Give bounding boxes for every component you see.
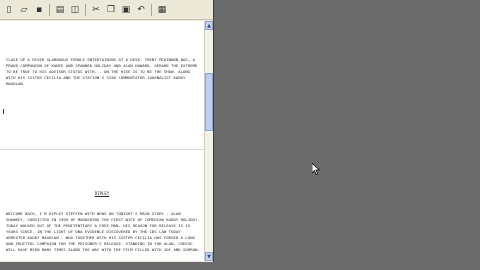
save-icon[interactable]: ▪: [32, 3, 46, 17]
print-icon[interactable]: ▤: [53, 3, 67, 17]
cut-icon[interactable]: ✂: [89, 3, 103, 17]
scroll-thumb[interactable]: [205, 73, 213, 131]
mouse-pointer-icon: [312, 163, 320, 175]
preview-icon[interactable]: ◫: [68, 3, 82, 17]
script-paragraph-2: Welcome back, I'm Ripley Steffen with ne…: [6, 211, 200, 252]
standard-toolbar: ▯ ▱ ▪ ▤ ◫ ✂ ❐ ▣ ↶ ▦: [0, 0, 213, 20]
paste-icon[interactable]: ▣: [119, 3, 133, 17]
new-icon[interactable]: ▯: [2, 3, 16, 17]
page-break: [0, 149, 204, 150]
open-icon[interactable]: ▱: [17, 3, 31, 17]
word-processor-window: ▯ ▱ ▪ ▤ ◫ ✂ ❐ ▣ ↶ ▦ Close up a river gla…: [0, 0, 214, 262]
toolbar-separator: [151, 3, 152, 16]
undo-icon[interactable]: ↶: [134, 3, 148, 17]
character-slug: RIPLEY: [94, 191, 110, 196]
text-caret: [3, 109, 4, 114]
script-paragraph-1: Close up a river glamorous female entert…: [6, 57, 198, 86]
document-editor[interactable]: Close up a river glamorous female entert…: [0, 21, 204, 261]
insert-icon[interactable]: ▦: [155, 3, 169, 17]
scroll-up-arrow-icon[interactable]: ▲: [205, 21, 213, 30]
scroll-down-arrow-icon[interactable]: ▼: [205, 252, 213, 261]
vertical-scrollbar[interactable]: ▲ ▼: [204, 21, 213, 261]
toolbar-separator: [85, 3, 86, 16]
toolbar-separator: [49, 3, 50, 16]
copy-icon[interactable]: ❐: [104, 3, 118, 17]
